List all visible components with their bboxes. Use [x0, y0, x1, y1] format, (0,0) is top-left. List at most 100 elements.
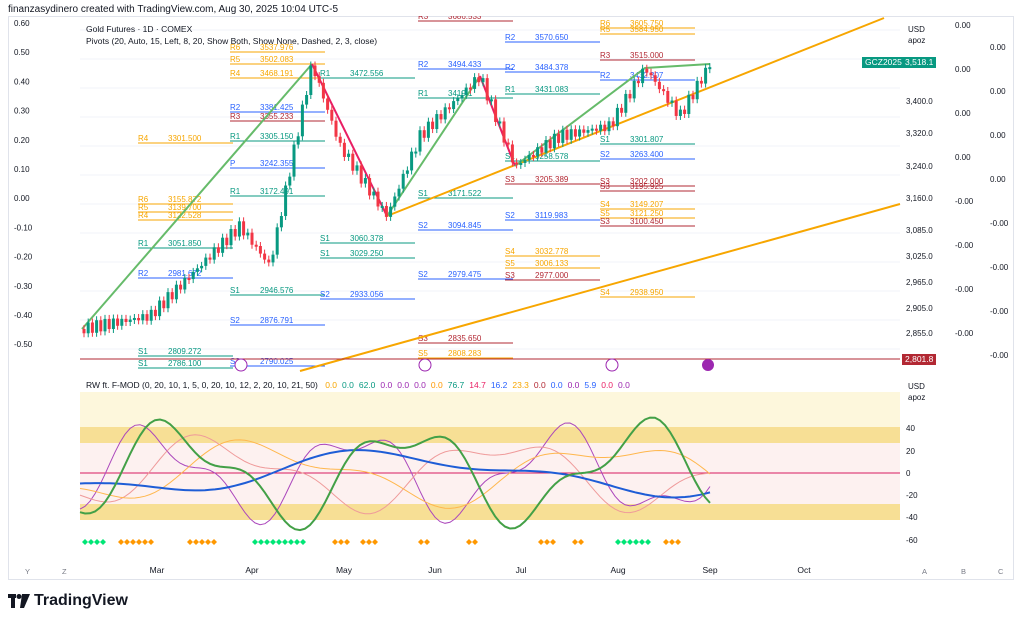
indicator-value: 0.0: [380, 380, 393, 390]
candle-body: [132, 317, 136, 320]
candle-body: [557, 133, 561, 143]
signal-marker-orange: [187, 539, 193, 545]
indicator-legend[interactable]: RW ft. F-MOD (0, 20, 10, 1, 5, 0, 20, 10…: [86, 380, 630, 390]
candle-body: [296, 136, 300, 145]
candle-body: [183, 278, 187, 290]
candle-body: [103, 318, 107, 332]
indicator-tick-label: -20: [906, 491, 918, 500]
candle-body: [208, 257, 212, 260]
signal-marker-orange: [124, 539, 130, 545]
candle-body: [544, 140, 548, 153]
candle-body: [678, 109, 682, 116]
candle-body: [170, 292, 174, 300]
pivots-legend[interactable]: Pivots (20, Auto, 15, Left, 8, 20, Show …: [86, 36, 377, 46]
right-scale-label: -0.00: [955, 285, 974, 294]
candle-body: [267, 259, 271, 263]
right-scale-label: 0.00: [990, 87, 1006, 96]
candle-body: [582, 129, 586, 133]
pivot-level-label: R2: [138, 269, 149, 278]
candle-body: [662, 89, 666, 92]
corner-button[interactable]: C: [998, 567, 1003, 576]
indicator-bg-top: [80, 392, 900, 427]
indicator-tick-label: -40: [906, 513, 918, 522]
indicator-tick-label: 40: [906, 424, 915, 433]
indicator-tick-label: 0: [906, 469, 911, 478]
left-scale-label: 0.10: [14, 165, 30, 174]
time-axis-label: May: [335, 565, 353, 575]
brand[interactable]: TradingView: [8, 592, 128, 610]
candle-body: [670, 100, 674, 103]
pivot-level-label: S3: [600, 217, 610, 226]
candle-body: [116, 318, 120, 326]
pivot-level-value: 2933.056: [350, 290, 384, 299]
pivot-level-label: R5: [600, 25, 611, 34]
candle-body: [376, 191, 380, 207]
candle-body: [494, 99, 498, 122]
price-pane[interactable]: R6 3537.976R5 3502.083R4 3468.191 R1 3472.556…: [0, 16, 1024, 376]
price-axis-currency[interactable]: USD apoz: [908, 24, 925, 46]
candle-body: [401, 173, 405, 189]
candle-body: [645, 68, 649, 73]
pivot-level-value: 2876.791: [260, 316, 294, 325]
pivot-level-label: S1: [320, 234, 330, 243]
indicator-axis[interactable]: 40 20 0 -20 -40 -60: [906, 424, 918, 545]
symbol-legend[interactable]: Gold Futures · 1D · COMEX: [86, 24, 192, 34]
signal-marker-green: [627, 539, 633, 545]
right-scale-label: 0.00: [990, 175, 1006, 184]
indicator-values: 0.0 0.0 62.0 0.0 0.0 0.0 0.0 76.7 14.7 16.2 23.3 0.…: [320, 380, 630, 390]
signal-marker-orange: [118, 539, 124, 545]
candle-body: [636, 80, 640, 84]
time-axis-label: Mar: [149, 565, 165, 575]
indicator-value: 0.0: [325, 380, 338, 390]
pivot-level-label: S4: [505, 247, 515, 256]
pivot-level-label: P: [230, 159, 235, 168]
right-scale-label: 0.00: [955, 65, 971, 74]
corner-button[interactable]: Y: [25, 567, 30, 576]
pivot-level-value: 3355.233: [260, 112, 294, 121]
signal-marker-green: [94, 539, 100, 545]
left-scale-label: -0.40: [14, 311, 33, 320]
scale-mode-label: apoz: [908, 393, 926, 402]
price-axis[interactable]: 3,400.0 3,320.0 3,240.0 3,160.0 3,085.0 3,025…: [906, 97, 933, 338]
signal-marker-orange: [211, 539, 217, 545]
pivot-level-label: S3: [600, 182, 610, 191]
pivot-level-label: S2: [320, 290, 330, 299]
corner-button[interactable]: A: [922, 567, 927, 576]
candle-body: [263, 253, 267, 260]
pivot-level-label: R3: [230, 112, 241, 121]
indicator-value: 0.0: [567, 380, 580, 390]
pivot-level-label: S1: [138, 359, 148, 368]
candle-body: [321, 82, 325, 99]
indicator-value: 0.0: [618, 380, 630, 390]
right-scale-label: 0.00: [990, 43, 1006, 52]
signal-marker-green: [264, 539, 270, 545]
corner-button[interactable]: B: [961, 567, 966, 576]
candle-body: [305, 94, 309, 105]
pivot-level-label: R3: [600, 51, 611, 60]
corner-button[interactable]: Z: [62, 567, 67, 576]
candle-body: [95, 320, 99, 333]
signal-marker-green: [615, 539, 621, 545]
indicator-value: 5.9: [584, 380, 597, 390]
indicator-axis-currency[interactable]: USD apoz: [908, 381, 925, 403]
right-scale-label: -0.00: [955, 197, 974, 206]
candle-body: [372, 191, 376, 196]
candle-body: [674, 100, 678, 116]
candle-body: [687, 94, 691, 114]
right-scale-label: -0.00: [990, 307, 1009, 316]
candle-body: [153, 309, 157, 317]
pivot-level-label: R1: [230, 132, 241, 141]
time-axis-label: Sep: [702, 565, 718, 575]
candle-body: [620, 107, 624, 113]
signal-marker-orange: [669, 539, 675, 545]
candle-body: [216, 247, 220, 253]
indicator-pane[interactable]: 40 20 0 -20 -40 -60: [0, 377, 1024, 562]
candle-body: [380, 205, 384, 208]
indicator-tick-label: 20: [906, 447, 915, 456]
signal-marker-green: [258, 539, 264, 545]
candle-body: [162, 300, 166, 309]
pivot-level-value: 3149.207: [630, 200, 664, 209]
pivot-level-value: 2808.283: [448, 349, 482, 358]
currency-label: USD: [908, 25, 925, 34]
right-scale-label: -0.00: [990, 351, 1009, 360]
